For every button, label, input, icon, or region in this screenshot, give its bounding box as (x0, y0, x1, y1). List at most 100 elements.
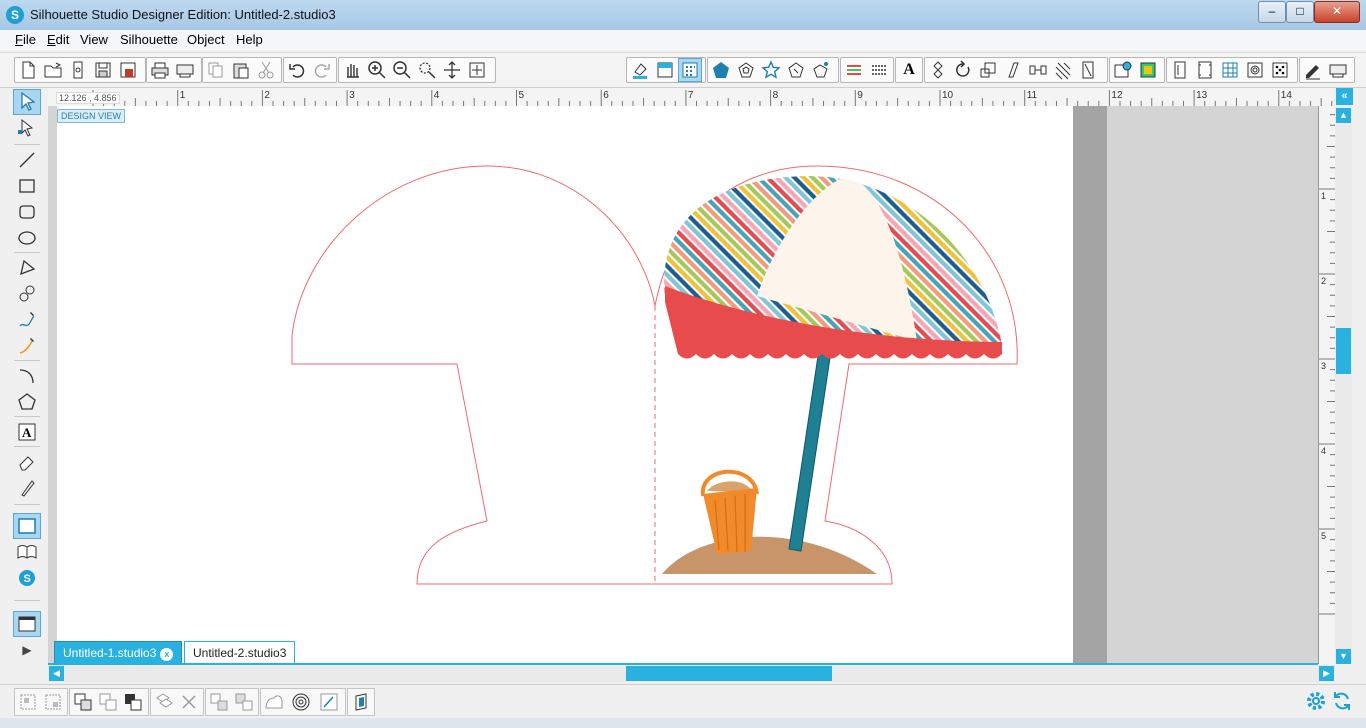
bring-forward-icon[interactable] (121, 690, 145, 714)
zoom-selected-icon[interactable] (416, 59, 438, 81)
offset-icon[interactable] (262, 690, 286, 714)
settings-gear-icon[interactable] (1304, 689, 1328, 713)
scale-icon[interactable] (977, 59, 999, 81)
send-to-back-icon[interactable] (232, 690, 256, 714)
smooth-freehand-tool-icon[interactable] (14, 334, 40, 358)
layers-icon[interactable] (349, 690, 373, 714)
regular-polygon-tool-icon[interactable] (14, 390, 40, 414)
page-setup-icon[interactable] (1169, 59, 1191, 81)
color-adjust-icon[interactable] (1137, 59, 1159, 81)
sync-icon[interactable] (1330, 689, 1354, 713)
expand-panel-arrow-icon[interactable]: ▶ (14, 638, 40, 662)
umbrella-pole[interactable] (788, 335, 834, 552)
select-arrow-icon[interactable] (13, 89, 41, 115)
fill-color-icon[interactable] (629, 59, 651, 81)
make-compound-path-icon[interactable] (71, 690, 95, 714)
maximize-button[interactable]: □ (1286, 1, 1314, 23)
zoom-in-icon[interactable] (366, 59, 388, 81)
close-button[interactable]: ✕ (1314, 1, 1360, 23)
tab-untitled-2[interactable]: Untitled-2.studio3 (184, 641, 296, 664)
shear-icon[interactable] (1002, 59, 1024, 81)
image-effects-icon[interactable] (1112, 59, 1134, 81)
text-style-icon[interactable]: A (898, 59, 920, 81)
knife-tool-icon[interactable] (14, 476, 40, 500)
arc-tool-icon[interactable] (14, 364, 40, 388)
sand-mound[interactable] (662, 536, 877, 574)
menu-file[interactable]: File (15, 32, 36, 47)
window-panels-icon[interactable] (13, 611, 41, 637)
print-icon[interactable] (149, 59, 171, 81)
minimize-button[interactable]: – (1258, 1, 1286, 23)
curve-tool-icon[interactable] (14, 282, 40, 306)
trace-shape-icon[interactable] (785, 59, 807, 81)
open-folder-icon[interactable] (42, 59, 64, 81)
grid-icon[interactable] (1219, 59, 1241, 81)
save-icon[interactable] (92, 59, 114, 81)
send-to-silhouette-icon[interactable] (174, 59, 196, 81)
rotate-icon[interactable] (952, 59, 974, 81)
design-workspace[interactable]: DESIGN VIEW (48, 106, 1318, 664)
cut-scissors-icon[interactable] (255, 59, 277, 81)
vertical-scroll-thumb[interactable] (1336, 328, 1351, 374)
scroll-up-button[interactable]: ▲ (1336, 108, 1351, 123)
text-tool-icon[interactable]: A (14, 420, 40, 444)
fill-pattern-icon[interactable] (678, 58, 702, 82)
rounded-rectangle-tool-icon[interactable] (14, 200, 40, 224)
design-view-icon[interactable] (13, 513, 41, 539)
undo-icon[interactable] (286, 59, 308, 81)
paste-icon[interactable] (230, 59, 252, 81)
drag-zoom-icon[interactable] (441, 59, 463, 81)
save-to-library-icon[interactable] (117, 59, 139, 81)
menu-silhouette[interactable]: Silhouette (120, 32, 178, 47)
line-tool-icon[interactable] (14, 148, 40, 172)
tab-untitled-1[interactable]: Untitled-1.studio3 x (54, 641, 183, 665)
vertical-scrollbar[interactable]: ▲ ▼ (1335, 106, 1352, 664)
sand-bucket[interactable] (700, 469, 759, 554)
library-view-icon[interactable] (14, 540, 40, 564)
zoom-out-icon[interactable] (391, 59, 413, 81)
design-page[interactable] (57, 106, 1073, 664)
align-icon[interactable] (927, 59, 949, 81)
delete-icon[interactable] (177, 690, 201, 714)
horizontal-scroll-thumb[interactable] (626, 666, 832, 681)
release-compound-path-icon[interactable] (96, 690, 120, 714)
design-artwork[interactable] (57, 106, 1073, 664)
offset-shape-icon[interactable] (735, 59, 757, 81)
online-store-icon[interactable]: S (14, 566, 40, 590)
horizontal-scrollbar[interactable]: ◀ ▶ (48, 665, 1335, 682)
pentagon-fill-icon[interactable] (710, 59, 732, 81)
registration-marks-icon[interactable] (1269, 59, 1291, 81)
star-shape-icon[interactable] (760, 59, 782, 81)
copy-icon[interactable] (205, 59, 227, 81)
trace-target-icon[interactable] (289, 690, 313, 714)
duplicate-icon[interactable] (152, 690, 176, 714)
ellipse-tool-icon[interactable] (14, 226, 40, 250)
tab-close-icon[interactable]: x (160, 648, 174, 661)
line-color-icon[interactable] (843, 59, 865, 81)
menu-object[interactable]: Object (187, 32, 225, 47)
redo-icon[interactable] (311, 59, 333, 81)
freehand-tool-icon[interactable] (14, 308, 40, 332)
scroll-down-button[interactable]: ▼ (1336, 649, 1351, 664)
group-icon[interactable] (16, 690, 40, 714)
rectangle-tool-icon[interactable] (14, 174, 40, 198)
pan-hand-icon[interactable] (341, 59, 363, 81)
library-icon[interactable] (67, 59, 89, 81)
weld-icon[interactable] (1052, 59, 1074, 81)
send-to-cut-icon[interactable] (1327, 59, 1349, 81)
send-backward-icon[interactable] (207, 690, 231, 714)
edit-points-icon[interactable] (14, 116, 40, 140)
polygon-tool-icon[interactable] (14, 256, 40, 280)
menu-help[interactable]: Help (236, 32, 263, 47)
cutting-mat-icon[interactable] (1194, 59, 1216, 81)
new-document-icon[interactable] (17, 59, 39, 81)
trace-icon[interactable] (1244, 59, 1266, 81)
sketch-icon[interactable] (317, 690, 341, 714)
ungroup-icon[interactable] (41, 690, 65, 714)
fit-to-page-icon[interactable] (466, 59, 488, 81)
line-style-icon[interactable] (868, 59, 890, 81)
replicate-shape-icon[interactable] (810, 59, 832, 81)
menu-view[interactable]: View (80, 32, 108, 47)
cut-settings-icon[interactable] (1302, 59, 1324, 81)
knife-icon[interactable] (1077, 59, 1099, 81)
